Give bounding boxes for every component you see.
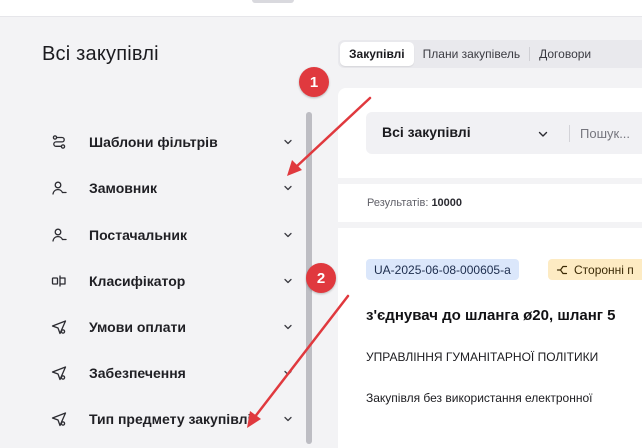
results-summary: Результатів: 10000 xyxy=(367,197,462,209)
filter-label: Класифікатор xyxy=(89,273,186,289)
filter-payment-terms[interactable]: Умови оплати xyxy=(50,312,300,342)
chevron-down-icon xyxy=(284,139,292,145)
filter-label: Шаблони фільтрів xyxy=(89,134,218,150)
filter-subject-type[interactable]: Тип предмету закупівлі xyxy=(50,404,300,434)
search-divider xyxy=(569,125,570,142)
party-badge: Сторонні п xyxy=(548,259,642,280)
chevron-down-icon xyxy=(284,324,292,330)
filter-classifier[interactable]: Класифікатор xyxy=(50,266,300,296)
tab-tenders[interactable]: Закупівлі xyxy=(340,42,414,66)
results-label: Результатів: xyxy=(367,197,429,209)
chevron-down-icon[interactable] xyxy=(537,128,549,140)
filter-templates[interactable]: Шаблони фільтрів xyxy=(50,127,300,157)
top-bar-handle xyxy=(252,0,294,3)
tab-plans[interactable]: Плани закупівель xyxy=(414,42,529,66)
chevron-down-icon xyxy=(284,185,292,191)
party-badge-label: Сторонні п xyxy=(574,262,634,277)
filter-label: Забезпечення xyxy=(89,365,186,381)
split-icon xyxy=(556,265,568,274)
tender-procurement-method: Закупівля без використання електронної xyxy=(366,391,593,405)
tab-contracts[interactable]: Договори xyxy=(530,42,600,66)
page-title: Всі закупівлі xyxy=(42,43,159,65)
results-count: 10000 xyxy=(431,197,463,209)
filter-label: Замовник xyxy=(89,180,157,196)
classifier-icon xyxy=(50,272,68,290)
filter-security[interactable]: Забезпечення xyxy=(50,358,300,388)
top-bar xyxy=(0,0,642,17)
filter-supplier[interactable]: Постачальник xyxy=(50,220,300,250)
tender-organization: УПРАВЛІННЯ ГУМАНІТАРНОЇ ПОЛІТИКИ xyxy=(366,350,599,364)
chevron-down-icon xyxy=(284,278,292,284)
tender-id-badge[interactable]: UA-2025-06-08-000605-a xyxy=(366,259,519,280)
filter-label: Постачальник xyxy=(89,227,187,243)
chevron-down-icon xyxy=(284,232,292,238)
annotation-step-2: 2 xyxy=(306,263,336,293)
filter-label: Умови оплати xyxy=(89,319,186,335)
send-icon xyxy=(50,410,68,428)
chevron-down-icon xyxy=(284,370,292,376)
user-icon xyxy=(50,179,68,197)
scope-select[interactable]: Всі закупівлі xyxy=(382,124,471,140)
search-input[interactable] xyxy=(580,122,642,144)
send-icon xyxy=(50,318,68,336)
annotation-step-1: 1 xyxy=(299,67,329,97)
chevron-down-icon xyxy=(284,416,292,422)
user-icon xyxy=(50,226,68,244)
route-icon xyxy=(50,133,68,151)
filter-label: Тип предмету закупівлі xyxy=(89,411,252,427)
tender-title[interactable]: з'єднувач до шланга ø20, шланг 5 xyxy=(366,307,642,324)
section-tabs: Закупівлі Плани закупівель Договори xyxy=(338,40,642,68)
filter-customer[interactable]: Замовник xyxy=(50,173,300,203)
send-icon xyxy=(50,364,68,382)
